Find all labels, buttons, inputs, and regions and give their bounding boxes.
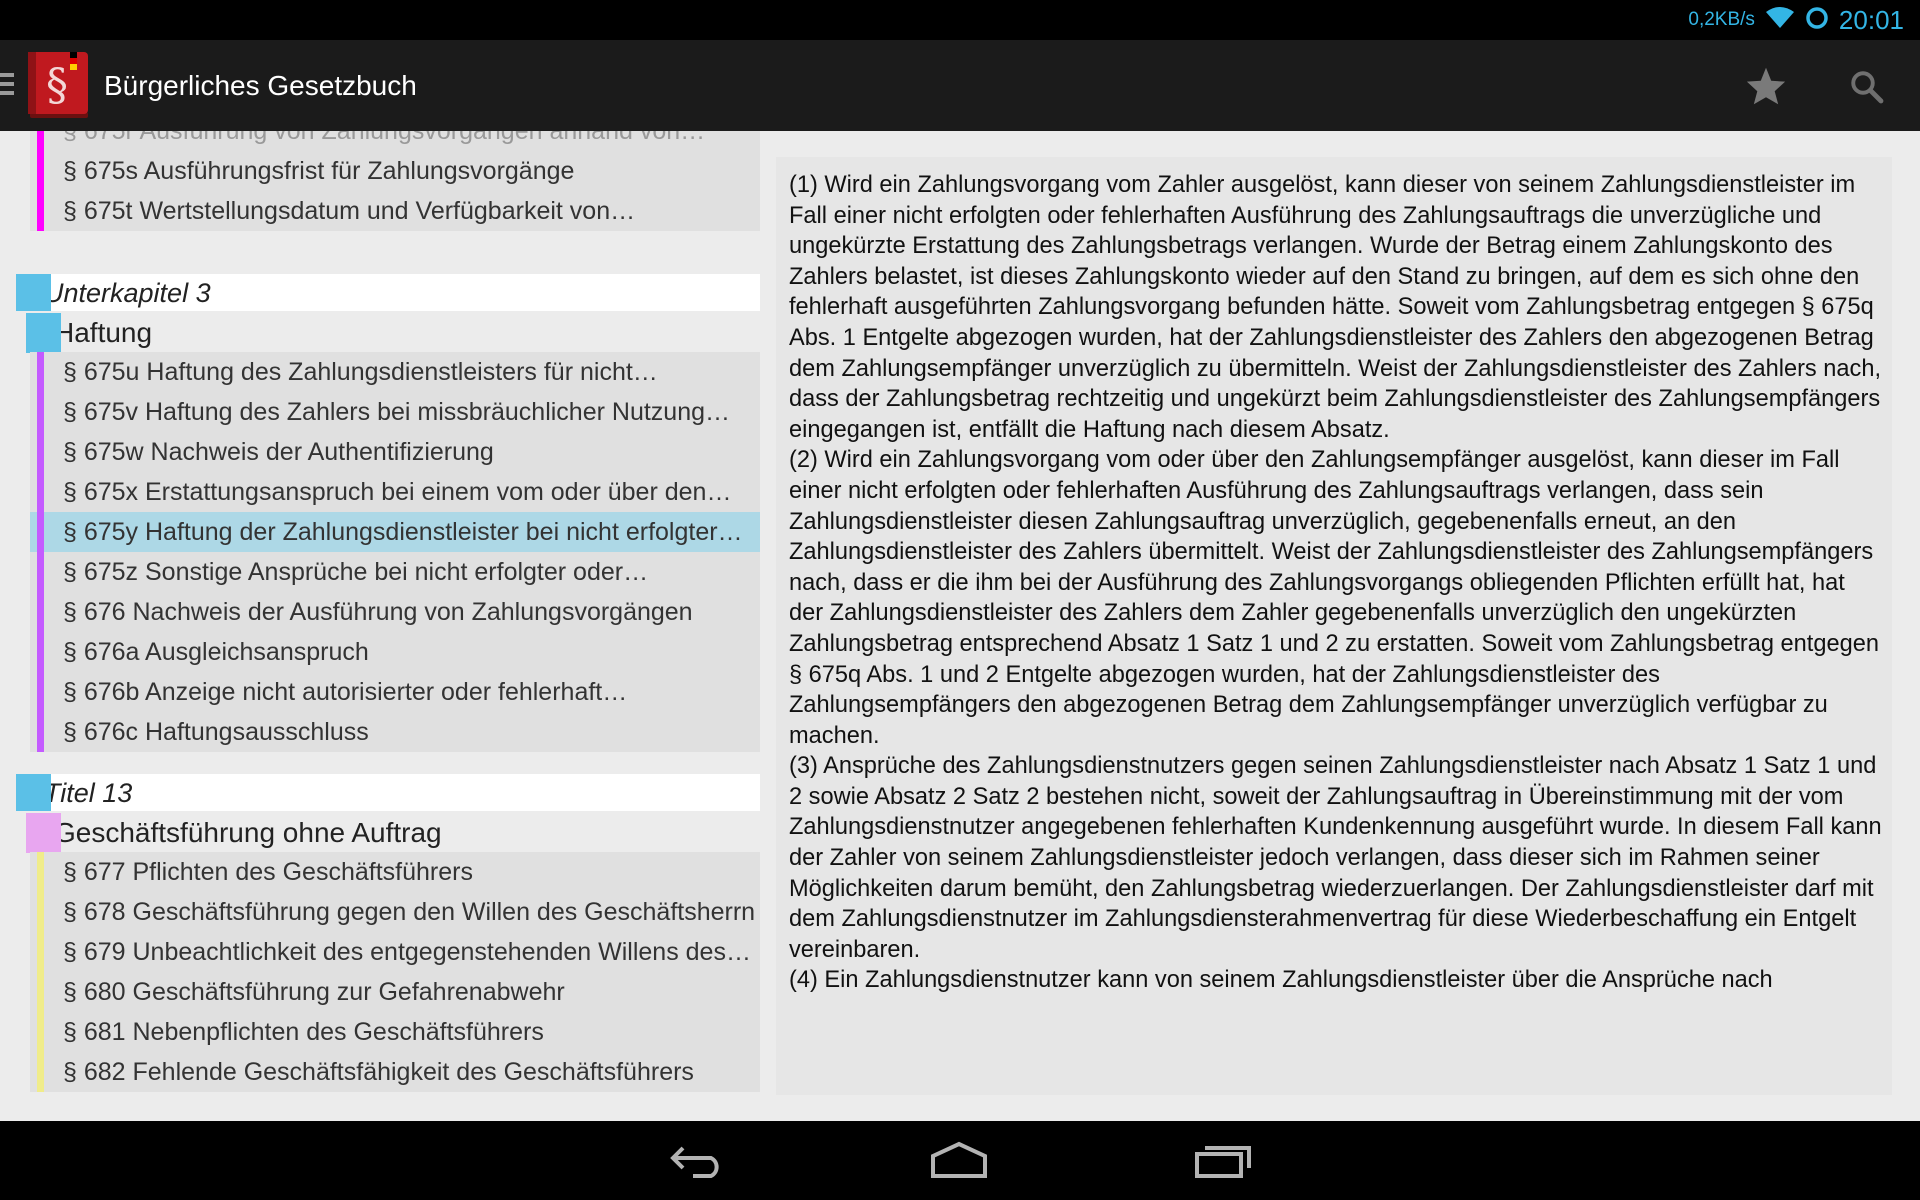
list-item[interactable]: § 675t Wertstellungsdatum und Verfügbark… <box>30 191 760 231</box>
list-item[interactable]: § 680 Geschäftsführung zur Gefahrenabweh… <box>30 972 760 1012</box>
list-item[interactable]: § 676 Nachweis der Ausführung von Zahlun… <box>30 592 760 632</box>
list-item[interactable]: § 676a Ausgleichsanspruch <box>30 632 760 672</box>
section-header: Unterkapitel 3 <box>16 274 760 311</box>
toc-block-top: § 675r Ausführung von Zahlungsvorgängen … <box>30 131 760 231</box>
list-item[interactable]: § 678 Geschäftsführung gegen den Willen … <box>30 892 760 932</box>
search-icon[interactable] <box>1842 62 1890 110</box>
list-item[interactable]: § 682 Fehlende Geschäftsfähigkeit des Ge… <box>30 1052 760 1092</box>
status-bar: 0,2KB/s 20:01 <box>0 0 1920 40</box>
list-item[interactable]: § 675r Ausführung von Zahlungsvorgängen … <box>30 131 760 151</box>
home-icon[interactable] <box>924 1135 994 1185</box>
subsection-header: Haftung <box>26 313 760 353</box>
svg-text:§: § <box>46 60 68 111</box>
wifi-icon <box>1765 6 1795 35</box>
app-icon[interactable]: § <box>26 50 92 120</box>
navigation-bar <box>0 1121 1920 1200</box>
star-icon[interactable] <box>1742 62 1790 110</box>
list-item[interactable]: § 675u Haftung des Zahlungsdienstleister… <box>30 352 760 392</box>
list-item[interactable]: § 675x Erstattungsanspruch bei einem vom… <box>30 472 760 512</box>
sync-icon <box>1805 6 1829 35</box>
toc-list[interactable]: § 675r Ausführung von Zahlungsvorgängen … <box>0 131 780 1121</box>
network-speed: 0,2KB/s <box>1688 9 1755 30</box>
list-item[interactable]: § 681 Nebenpflichten des Geschäftsführer… <box>30 1012 760 1052</box>
list-item[interactable]: § 675z Sonstige Ansprüche bei nicht erfo… <box>30 552 760 592</box>
section-header: Titel 13 <box>16 774 760 811</box>
drawer-icon[interactable] <box>0 73 14 101</box>
back-icon[interactable] <box>662 1135 732 1185</box>
law-text: (1) Wird ein Zahlungsvorgang vom Zahler … <box>789 172 1882 994</box>
list-item-selected[interactable]: § 675y Haftung der Zahlungsdienstleister… <box>30 512 760 552</box>
toc-block-haftung: § 675u Haftung des Zahlungsdienstleister… <box>30 352 760 752</box>
list-item[interactable]: § 675w Nachweis der Authentifizierung <box>30 432 760 472</box>
list-item[interactable]: § 676b Anzeige nicht autorisierter oder … <box>30 672 760 712</box>
list-item[interactable]: § 679 Unbeachtlichkeit des entgegenstehe… <box>30 932 760 972</box>
action-bar: § Bürgerliches Gesetzbuch <box>0 40 1920 131</box>
recent-apps-icon[interactable] <box>1188 1135 1258 1185</box>
clock: 20:01 <box>1838 4 1904 35</box>
subsection-header: Geschäftsführung ohne Auftrag <box>26 813 760 853</box>
list-item[interactable]: § 676c Haftungsausschluss <box>30 712 760 752</box>
app-title: Bürgerliches Gesetzbuch <box>104 70 417 101</box>
toc-block-gesch: § 677 Pflichten des Geschäftsführers § 6… <box>30 852 760 1092</box>
law-text-panel[interactable]: (1) Wird ein Zahlungsvorgang vom Zahler … <box>776 157 1892 1095</box>
list-item[interactable]: § 675s Ausführungsfrist für Zahlungsvorg… <box>30 151 760 191</box>
list-item[interactable]: § 677 Pflichten des Geschäftsführers <box>30 852 760 892</box>
list-item[interactable]: § 675v Haftung des Zahlers bei missbräuc… <box>30 392 760 432</box>
